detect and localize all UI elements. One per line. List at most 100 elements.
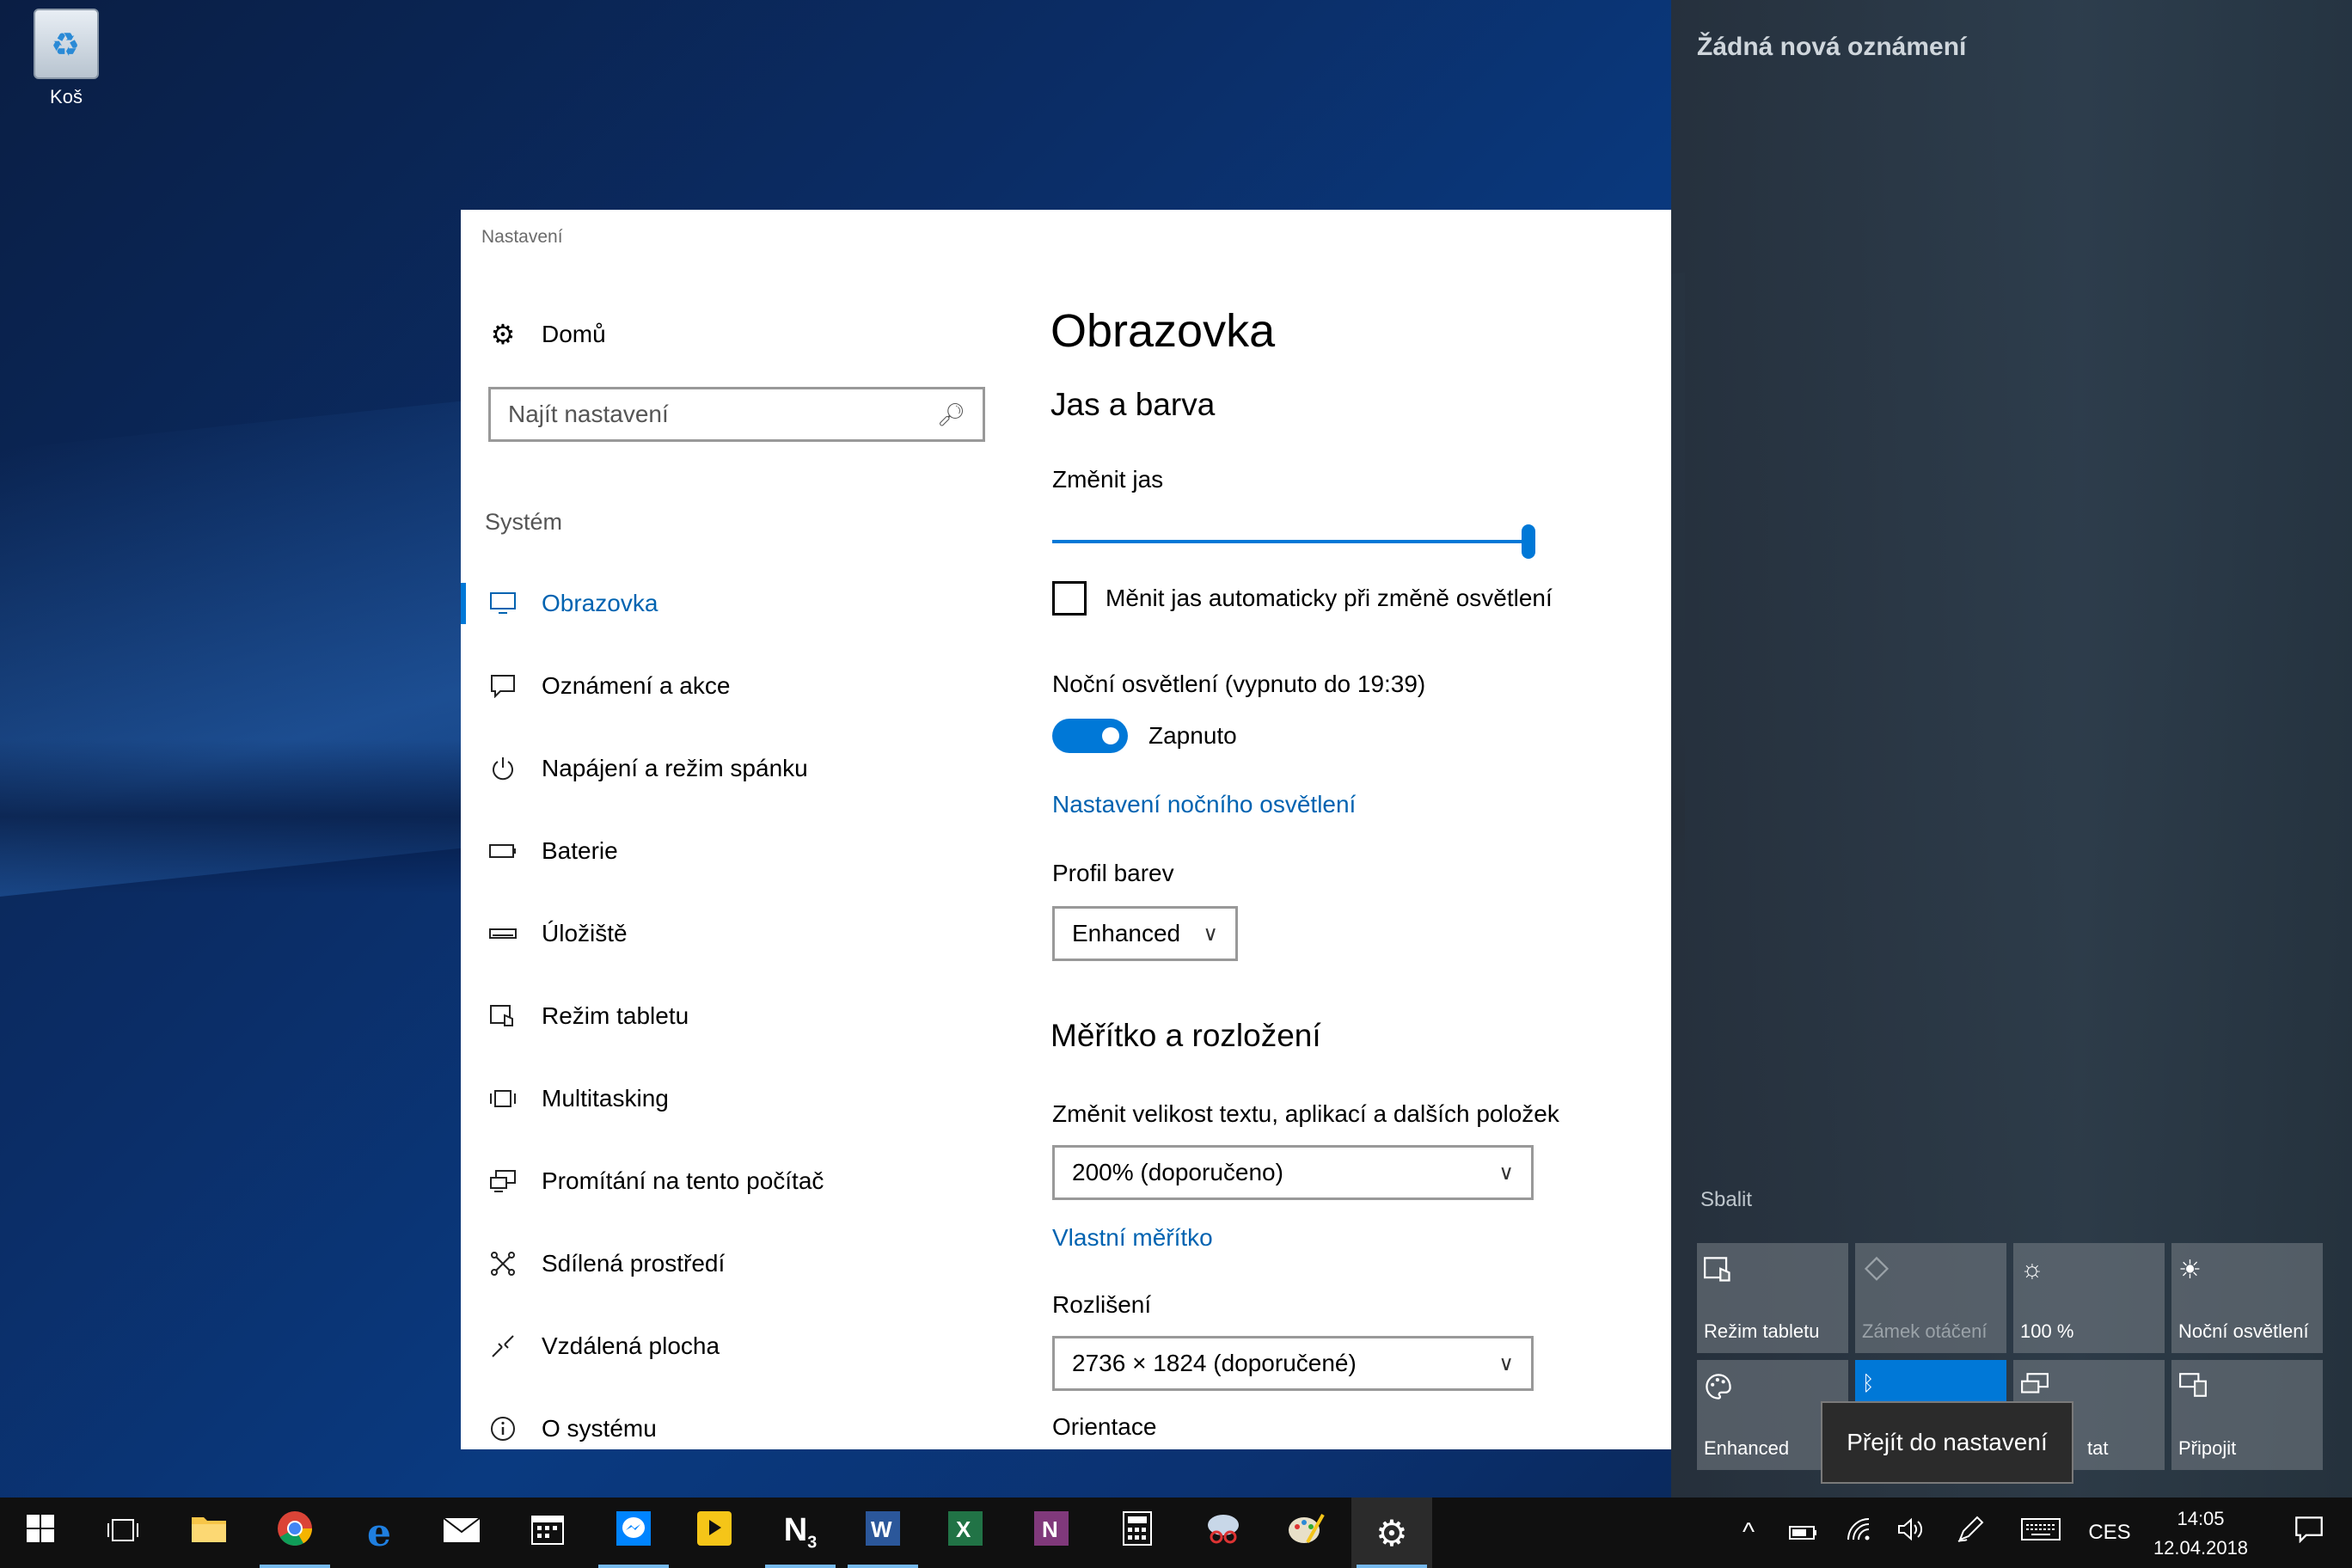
sidebar-item-label: Multitasking (542, 1085, 669, 1112)
storage-icon (488, 919, 518, 948)
task-view-button[interactable] (83, 1498, 163, 1568)
sidebar-item-label: Baterie (542, 837, 618, 864)
sidebar-item-tablet-mode[interactable]: Režim tabletu (461, 975, 1011, 1057)
taskbar-app-n3[interactable]: N3 (760, 1498, 841, 1568)
touch-keyboard-button[interactable] (2017, 1498, 2065, 1568)
volume-tray-button[interactable] (1891, 1498, 1932, 1568)
notification-icon (2294, 1516, 2324, 1550)
pen-workspace-button[interactable] (1950, 1498, 1991, 1568)
taskbar-app-word[interactable]: W (842, 1498, 923, 1568)
night-light-settings-link[interactable]: Nastavení nočního osvětlení (1052, 791, 1356, 818)
page-title: Obrazovka (1050, 305, 1276, 357)
taskbar-app-edge[interactable]: e (339, 1498, 420, 1568)
taskbar-app-calculator[interactable] (1097, 1498, 1178, 1568)
resolution-dropdown[interactable]: 2736 × 1824 (doporučené) ∨ (1052, 1336, 1534, 1391)
scale-dropdown[interactable]: 200% (doporučeno) ∨ (1052, 1145, 1534, 1200)
brightness-slider[interactable] (1052, 524, 1535, 559)
taskbar-app-chrome[interactable] (254, 1498, 335, 1568)
sidebar-item-notifications[interactable]: Oznámení a akce (461, 645, 1011, 727)
n3-icon: N3 (783, 1512, 818, 1553)
checkbox-label: Měnit jas automaticky při změně osvětlen… (1106, 585, 1553, 611)
volume-icon (1897, 1517, 1926, 1548)
battery-tray-button[interactable] (1783, 1498, 1824, 1568)
svg-text:X: X (956, 1516, 971, 1542)
resolution-label: Rozlišení (1052, 1291, 1152, 1318)
power-icon (488, 754, 518, 783)
projecting-icon (488, 1167, 518, 1196)
bluetooth-icon: ᛒ (1862, 1372, 1875, 1395)
taskbar-app-file-explorer[interactable] (168, 1498, 249, 1568)
taskbar-app-snipping[interactable] (1183, 1498, 1264, 1568)
sidebar-item-about[interactable]: O systému (461, 1387, 1011, 1470)
show-hidden-icons-button[interactable]: ^ (1730, 1498, 1767, 1568)
taskbar-app-messenger[interactable] (593, 1498, 674, 1568)
clock[interactable]: 14:05 12.04.2018 (2141, 1504, 2261, 1563)
wifi-icon (1847, 1517, 1874, 1548)
custom-scale-link[interactable]: Vlastní měřítko (1052, 1224, 1213, 1252)
sidebar-item-obrazovka[interactable]: Obrazovka (461, 562, 1011, 645)
sidebar-item-battery[interactable]: Baterie (461, 810, 1011, 892)
brightness-heading: Jas a barva (1050, 387, 1216, 422)
action-center-button[interactable] (2273, 1498, 2345, 1568)
sidebar-item-label: Sdílená prostředí (542, 1250, 726, 1277)
taskbar-app-paint[interactable] (1265, 1498, 1346, 1568)
tablet-mode-icon (1704, 1255, 1733, 1291)
sidebar-item-shared-experiences[interactable]: Sdílená prostředí (461, 1222, 1011, 1305)
clock-time: 14:05 (2177, 1508, 2225, 1529)
mail-icon (443, 1515, 481, 1552)
search-input[interactable]: Najít nastavení 🔍︎ (488, 387, 985, 442)
nav-home[interactable]: ⚙ Domů (488, 313, 606, 356)
recycle-bin-desktop-icon[interactable]: Koš (19, 9, 113, 108)
checkbox-box[interactable] (1052, 581, 1087, 616)
collapse-button[interactable]: Sbalit (1700, 1188, 1752, 1212)
toggle-switch[interactable] (1052, 719, 1128, 753)
sidebar-item-label: Vzdálená plocha (542, 1332, 720, 1359)
network-tray-button[interactable] (1840, 1498, 1881, 1568)
taskbar-app-calendar[interactable] (507, 1498, 588, 1568)
sidebar-item-projecting[interactable]: Promítání na tento počítač (461, 1140, 1011, 1222)
tablet-mode-icon (488, 1001, 518, 1031)
night-light-label: Noční osvětlení (vypnuto do 19:39) (1052, 671, 1426, 697)
messenger-icon (616, 1511, 651, 1554)
quick-action-night-light[interactable]: ☀ Noční osvětlení (2171, 1243, 2323, 1353)
chevron-down-icon: ∨ (1203, 922, 1218, 946)
night-light-toggle[interactable]: Zapnuto (1052, 719, 1237, 753)
taskbar-app-excel[interactable]: X (925, 1498, 1006, 1568)
player-icon (697, 1511, 732, 1554)
slider-thumb[interactable] (1522, 524, 1535, 559)
chevron-up-icon: ^ (1742, 1518, 1755, 1547)
tile-label: Režim tabletu (1704, 1320, 1820, 1342)
calendar-icon (531, 1512, 564, 1553)
auto-brightness-checkbox[interactable]: Měnit jas automaticky při změně osvětlen… (1052, 581, 1553, 616)
action-center: Žádná nová oznámení Sbalit Režim tabletu… (1671, 0, 2352, 1498)
color-profile-icon (1704, 1372, 1733, 1408)
start-button[interactable] (0, 1498, 81, 1568)
taskbar-app-settings[interactable]: ⚙ (1351, 1498, 1432, 1568)
folder-icon (191, 1514, 227, 1552)
taskbar-app-mail[interactable] (421, 1498, 502, 1568)
rotation-lock-icon (1862, 1255, 1891, 1291)
input-language-button[interactable]: CES (2082, 1498, 2137, 1568)
dropdown-value: 200% (doporučeno) (1072, 1159, 1283, 1185)
quick-action-connect[interactable]: Připojit (2171, 1360, 2323, 1470)
project-icon (2020, 1372, 2049, 1405)
taskbar-app-onenote[interactable]: N (1011, 1498, 1092, 1568)
tile-label: Noční osvětlení (2178, 1320, 2309, 1342)
nav-home-label: Domů (542, 321, 606, 347)
edge-icon: e (367, 1510, 391, 1555)
sidebar-item-storage[interactable]: Úložiště (461, 892, 1011, 975)
brightness-icon: ☼ (2020, 1255, 2044, 1283)
notification-icon (488, 671, 518, 701)
quick-action-tablet-mode[interactable]: Režim tabletu (1697, 1243, 1848, 1353)
sidebar-item-label: Obrazovka (542, 590, 658, 616)
tile-label: tat (2087, 1437, 2109, 1459)
quick-action-rotation-lock[interactable]: Zámek otáčení (1855, 1243, 2006, 1353)
color-profile-dropdown[interactable]: Enhanced ∨ (1052, 906, 1238, 961)
sidebar-item-multitasking[interactable]: Multitasking (461, 1057, 1011, 1140)
sidebar-item-label: O systému (542, 1415, 657, 1442)
sidebar-item-label: Režim tabletu (542, 1002, 689, 1029)
quick-action-brightness[interactable]: ☼ 100 % (2013, 1243, 2165, 1353)
taskbar-app-player[interactable] (674, 1498, 755, 1568)
sidebar-item-power[interactable]: Napájení a režim spánku (461, 727, 1011, 810)
sidebar-item-remote-desktop[interactable]: Vzdálená plocha (461, 1305, 1011, 1387)
